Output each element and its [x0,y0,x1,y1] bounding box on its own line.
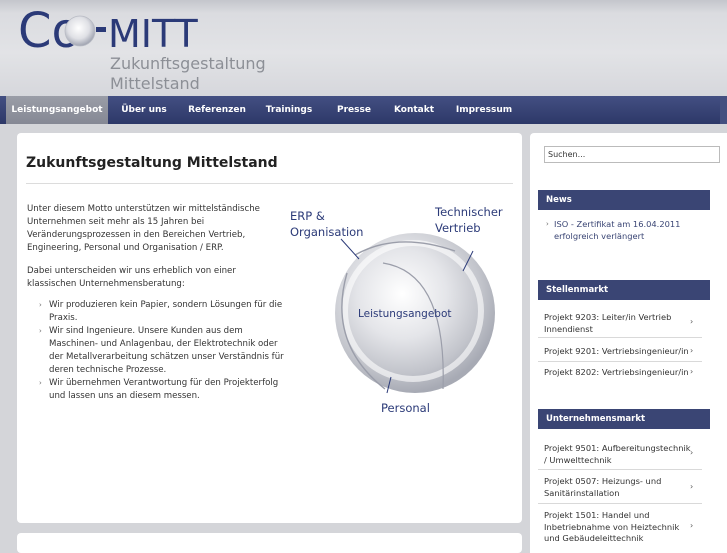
chevron-right-icon[interactable]: › [690,346,693,355]
page-title: Zukunftsgestaltung Mittelstand [26,155,278,171]
divider [538,337,702,338]
unternehmensmarkt-item[interactable]: Projekt 0507: Heizungs- und Sanitärinsta… [544,476,694,499]
stellenmarkt-item[interactable]: Projekt 9201: Vertriebsingenieur/in [544,346,694,358]
nav-item-referenzen[interactable]: Referenzen [182,96,252,124]
nav-item-impressum[interactable]: Impressum [450,96,518,124]
diagram-label-tech-1: Technischer [434,205,503,219]
diagram-label-erp-2: Organisation [290,225,363,239]
divider [538,469,702,470]
unternehmensmarkt-item[interactable]: Projekt 9501: Aufbereitungstechnik / Umw… [544,443,694,466]
stellenmarkt-item[interactable]: Projekt 9203: Leiter/in Vertrieb Innendi… [544,312,694,335]
nav-item-presse[interactable]: Presse [328,96,380,124]
widget-title-unternehmensmarkt: Unternehmensmarkt [538,409,710,429]
logo-subtitle-2: Mittelstand [110,74,200,93]
bullet-arrow-icon: › [39,301,42,309]
stellenmarkt-item[interactable]: Projekt 8202: Vertriebsingenieur/in [544,367,694,379]
divider [538,503,702,504]
title-divider [26,183,513,184]
chevron-right-icon[interactable]: › [690,317,693,326]
nav-item-leistungsangebot[interactable]: Leistungsangebot [6,96,108,124]
chevron-right-icon[interactable]: › [690,521,693,530]
news-item[interactable]: › ISO - Zertifikat am 16.04.2011 erfolgr… [546,219,714,242]
search-input[interactable]: Suchen... [544,146,720,163]
list-item: › Wir produzieren kein Papier, sondern Lö… [39,300,283,323]
nav-item-ueber-uns[interactable]: Über uns [112,96,176,124]
nav-right-edge [720,96,727,124]
widget-title-news: News [538,190,710,210]
nav-item-trainings[interactable]: Trainings [258,96,320,124]
intro-paragraph-2: Dabei unterscheiden wir uns erheblich vo… [27,266,236,289]
chevron-right-icon[interactable]: › [690,367,693,376]
benefit-list: › Wir produzieren kein Papier, sondern Lö… [39,299,287,403]
diagram-label-center: Leistungsangebot [358,308,452,320]
bullet-arrow-icon: › [39,379,42,387]
main-nav: Leistungsangebot Über uns Referenzen Tra… [0,96,720,124]
main-content: Zukunftsgestaltung Mittelstand Unter die… [17,133,522,523]
widget-title-stellenmarkt: Stellenmarkt [538,280,710,300]
chevron-right-icon[interactable]: › [690,448,693,457]
logo-mitt: MITT [108,12,199,56]
diagram-label-personal: Personal [381,401,430,415]
co-mitt-logo[interactable]: Co MITT [18,3,218,59]
diagram-label-erp-1: ERP & [290,209,325,223]
intro-paragraph: Unter diesem Motto unterstützen wir mitt… [27,204,260,253]
service-diagram: ERP & Organisation Technischer Vertrieb … [290,205,503,415]
list-item: › Wir übernehmen Verantwortung für den Pr… [39,378,279,401]
nav-item-kontakt[interactable]: Kontakt [386,96,442,124]
connector-line [340,238,360,260]
list-item: › Wir sind Ingenieure. Unsere Kunden aus … [39,326,284,375]
diagram-label-tech-2: Vertrieb [435,221,481,235]
main-content-lower [17,533,522,553]
site-header: Co MITT Zukunftsgestaltung Mittelstand [0,0,727,96]
logo-subtitle-1: Zukunftsgestaltung [110,54,266,73]
arrow-icon: › [546,220,549,228]
chevron-right-icon[interactable]: › [690,482,693,491]
logo-sphere [64,15,96,47]
bullet-arrow-icon: › [39,327,42,335]
divider [538,361,702,362]
unternehmensmarkt-item[interactable]: Projekt 1501: Handel und Inbetriebnahme … [544,510,694,545]
sidebar: Suchen... News › ISO - Zertifikat am 16.… [530,133,727,553]
